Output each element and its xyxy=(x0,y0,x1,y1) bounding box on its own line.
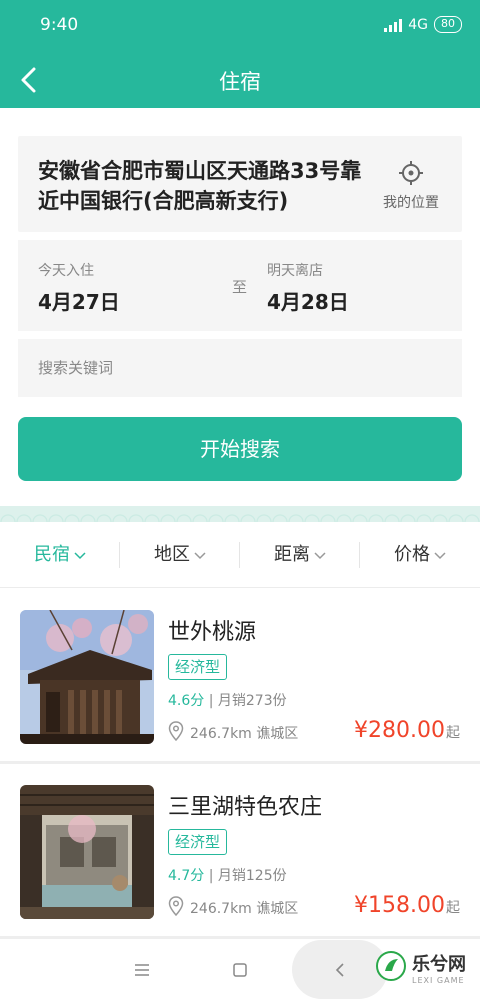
listing-stats: 4.7分 | 月销125份 xyxy=(168,865,287,885)
checkout-date-value: 4月28日 xyxy=(267,290,349,314)
listing-name: 三里湖特色农庄 xyxy=(168,795,323,820)
filter-distance[interactable]: 距离 xyxy=(240,522,360,588)
listing-price: ¥280.00起 xyxy=(354,718,460,743)
system-nav-bar: 乐兮网 LEXI GAME xyxy=(0,940,480,999)
filter-price-label: 价格 xyxy=(394,544,430,565)
watermark-subtext: LEXI GAME xyxy=(412,976,465,985)
chevron-down-icon xyxy=(194,522,206,588)
network-label: 4G xyxy=(408,16,428,33)
my-location-button[interactable]: 我的位置 xyxy=(378,160,444,212)
listing-score: 4.6分 xyxy=(168,693,205,709)
filter-region[interactable]: 地区 xyxy=(120,522,240,588)
address-text: 安徽省合肥市蜀山区天通路33号靠近中国银行(合肥高新支行) xyxy=(38,159,362,213)
nav-bar: 住宿 xyxy=(0,52,480,108)
listing-card[interactable]: 三里湖特色农庄 经济型 4.7分 | 月销125份 246.7km 谯城区 ¥1… xyxy=(0,765,480,939)
listing-photo xyxy=(20,785,154,919)
filter-price[interactable]: 价格 xyxy=(360,522,480,588)
location-pin-icon xyxy=(168,896,184,920)
listing-price-value: ¥280.00 xyxy=(354,718,445,743)
system-back-icon[interactable] xyxy=(320,952,360,988)
watermark: 乐兮网 LEXI GAME xyxy=(376,950,466,985)
filter-type[interactable]: 民宿 xyxy=(0,522,120,588)
listing-name: 世外桃源 xyxy=(168,620,257,645)
listing-price: ¥158.00起 xyxy=(354,893,460,918)
listing-card[interactable]: 世外桃源 经济型 4.6分 | 月销273份 246.7km 谯城区 ¥280.… xyxy=(0,590,480,764)
listing-location: 246.7km 谯城区 xyxy=(168,721,298,745)
listing-price-value: ¥158.00 xyxy=(354,893,445,918)
filter-bar: 民宿 地区 距离 价格 xyxy=(0,522,480,588)
search-button[interactable]: 开始搜索 xyxy=(18,417,462,481)
page-title: 住宿 xyxy=(219,70,261,94)
chevron-down-icon xyxy=(74,522,86,588)
filter-type-label: 民宿 xyxy=(34,544,70,565)
menu-icon[interactable] xyxy=(122,952,162,988)
listing-distance: 246.7km 谯城区 xyxy=(190,726,299,742)
listing-score: 4.7分 xyxy=(168,868,205,884)
watermark-logo-icon xyxy=(376,950,406,985)
crosshair-icon xyxy=(398,161,424,190)
watermark-text: 乐兮网 xyxy=(412,954,466,975)
chevron-down-icon xyxy=(314,522,326,588)
home-icon[interactable] xyxy=(220,952,260,988)
decorative-pattern-divider xyxy=(0,506,480,522)
listing-location: 246.7km 谯城区 xyxy=(168,896,298,920)
listing-sales: | 月销273份 xyxy=(208,693,287,709)
listing-sales: | 月销125份 xyxy=(208,868,287,884)
listing-stats: 4.6分 | 月销273份 xyxy=(168,690,287,710)
filter-distance-label: 距离 xyxy=(274,544,310,565)
listing-price-unit: 起 xyxy=(446,900,460,916)
keyword-field xyxy=(18,339,462,397)
my-location-label: 我的位置 xyxy=(383,195,439,211)
checkout-date[interactable]: 明天离店 4月28日 xyxy=(267,260,349,315)
signal-icon xyxy=(384,18,403,32)
listing-price-unit: 起 xyxy=(446,725,460,741)
status-icons: 4G 80 xyxy=(384,16,462,33)
listing-type-badge: 经济型 xyxy=(168,829,228,855)
filter-region-label: 地区 xyxy=(154,544,190,565)
checkin-date[interactable]: 今天入住 4月27日 xyxy=(38,260,120,315)
keyword-input[interactable] xyxy=(38,354,438,382)
checkout-hint: 明天离店 xyxy=(267,263,323,279)
chevron-down-icon xyxy=(434,522,446,588)
listing-photo xyxy=(20,610,154,744)
listing-distance: 246.7km 谯城区 xyxy=(190,901,299,917)
status-time: 9:40 xyxy=(40,15,79,35)
battery-icon: 80 xyxy=(434,16,462,33)
address-field[interactable]: 安徽省合肥市蜀山区天通路33号靠近中国银行(合肥高新支行) 我的位置 xyxy=(18,136,462,232)
status-bar: 9:40 4G 80 xyxy=(0,0,480,52)
listing-type-badge: 经济型 xyxy=(168,654,228,680)
date-range: 今天入住 4月27日 至 明天离店 4月28日 xyxy=(18,240,462,331)
date-separator: 至 xyxy=(232,278,248,296)
location-pin-icon xyxy=(168,721,184,745)
checkin-date-value: 4月27日 xyxy=(38,290,120,314)
checkin-hint: 今天入住 xyxy=(38,263,94,279)
